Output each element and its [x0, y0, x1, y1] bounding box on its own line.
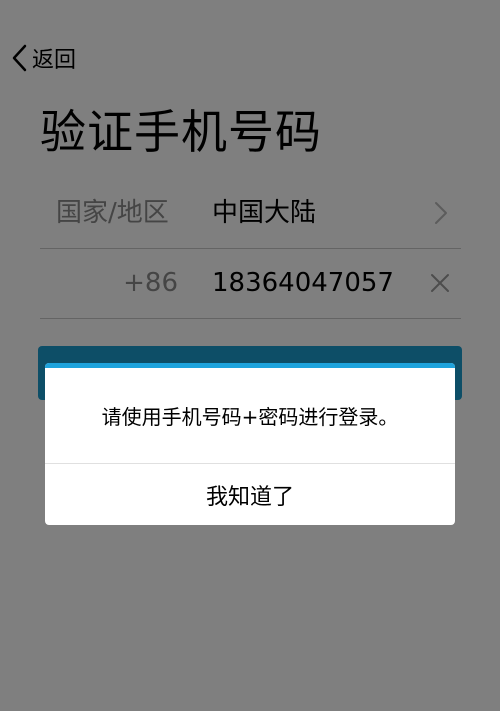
alert-dialog: 请使用手机号码+密码进行登录。 我知道了 [45, 363, 455, 525]
dialog-confirm-button[interactable]: 我知道了 [45, 464, 455, 525]
modal-overlay[interactable] [0, 0, 500, 711]
dialog-message: 请使用手机号码+密码进行登录。 [101, 405, 399, 429]
